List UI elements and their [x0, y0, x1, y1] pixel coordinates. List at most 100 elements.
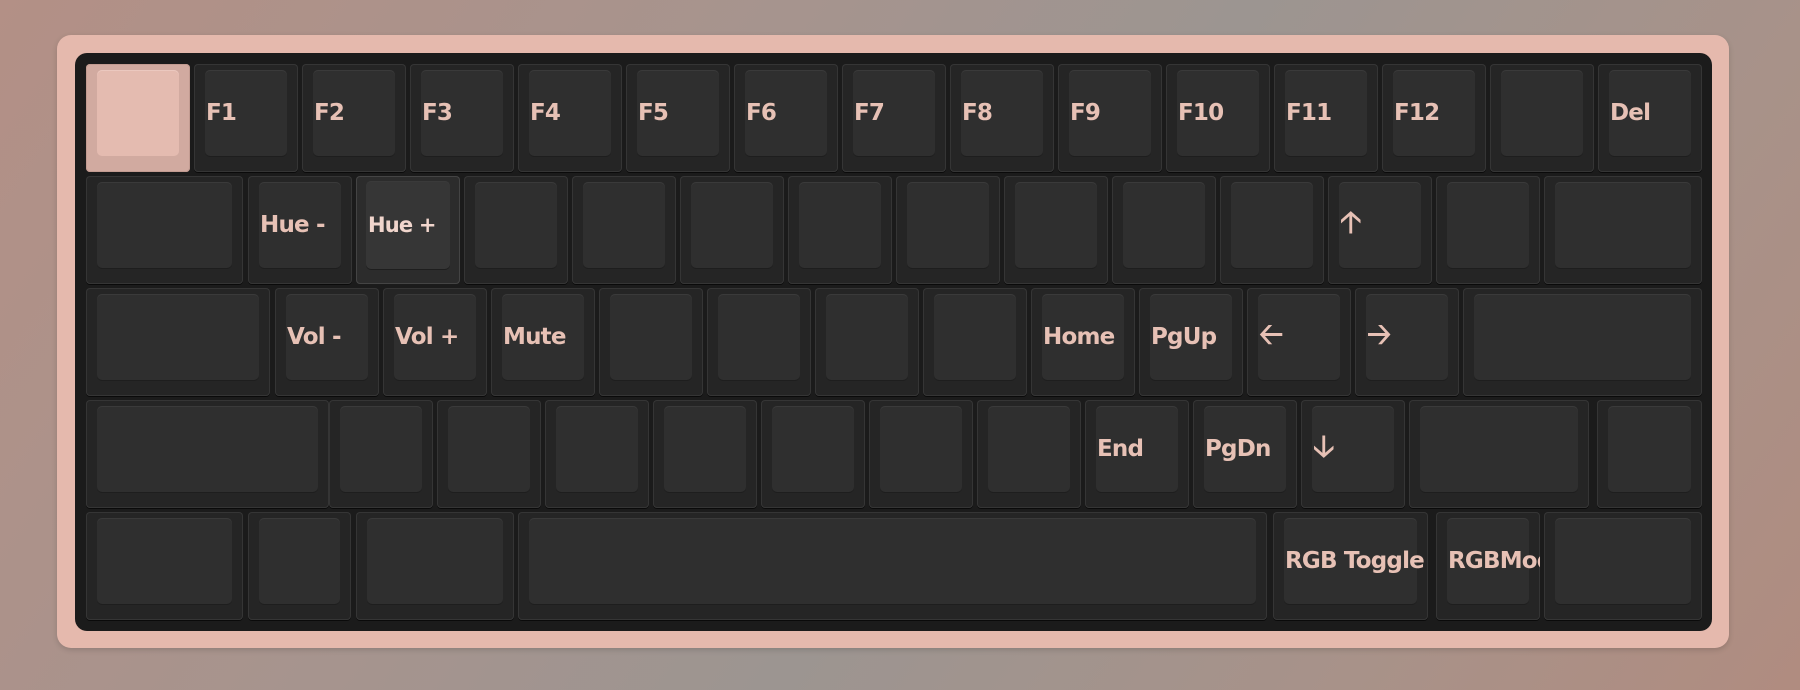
key-r1-c4[interactable] — [572, 176, 676, 284]
key-pgup[interactable]: PgUp — [1139, 288, 1243, 396]
keycap — [907, 182, 989, 268]
key-r0-c0[interactable] — [86, 64, 190, 172]
key-arrow-left[interactable]: 🡠 — [1247, 288, 1351, 396]
key-r1-c7[interactable] — [896, 176, 1000, 284]
key-arrow-right[interactable]: 🡢 — [1355, 288, 1459, 396]
key-end[interactable]: End — [1085, 400, 1189, 508]
key-f3[interactable]: F3 — [410, 64, 514, 172]
key-r2-c0[interactable] — [86, 288, 270, 396]
keycap — [529, 518, 1256, 604]
key-r2-c12[interactable] — [1463, 288, 1702, 396]
keycap — [718, 294, 800, 380]
key-r1-c8[interactable] — [1004, 176, 1108, 284]
key-rgb-mode[interactable]: RGBMode — [1436, 512, 1540, 620]
key-label: Del — [1610, 100, 1651, 126]
keyboard-keys: F1 F2 F3 F4 F5 F6 F7 F8 F9 F10 F11 F12 Del Hue - Hue +… — [0, 0, 1800, 690]
key-r1-c6[interactable] — [788, 176, 892, 284]
keycap — [259, 518, 340, 604]
key-r1-c9[interactable] — [1112, 176, 1216, 284]
key-rgb-toggle[interactable]: RGB Toggle — [1273, 512, 1428, 620]
key-r1-c12[interactable] — [1436, 176, 1540, 284]
key-r1-c13[interactable] — [1544, 176, 1702, 284]
key-home[interactable]: Home — [1031, 288, 1135, 396]
key-f6[interactable]: F6 — [734, 64, 838, 172]
key-f7[interactable]: F7 — [842, 64, 946, 172]
keycap — [367, 518, 503, 604]
keycap — [826, 294, 908, 380]
keycap — [1608, 406, 1691, 492]
key-f2[interactable]: F2 — [302, 64, 406, 172]
keycap — [475, 182, 557, 268]
key-label: RGBMode — [1448, 548, 1540, 574]
key-r3-c12[interactable] — [1597, 400, 1702, 508]
key-f11[interactable]: F11 — [1274, 64, 1378, 172]
key-r3-c7[interactable] — [977, 400, 1081, 508]
key-vol-up[interactable]: Vol + — [383, 288, 487, 396]
key-r2-c6[interactable] — [815, 288, 919, 396]
key-label: F1 — [206, 100, 237, 126]
key-r3-c5[interactable] — [761, 400, 865, 508]
key-hue-up[interactable]: Hue + — [356, 176, 460, 284]
key-r3-c2[interactable] — [437, 400, 541, 508]
key-r3-c11[interactable] — [1409, 400, 1589, 508]
keycap — [448, 406, 530, 492]
key-r3-c3[interactable] — [545, 400, 649, 508]
key-r4-c2[interactable] — [356, 512, 514, 620]
key-del[interactable]: Del — [1598, 64, 1702, 172]
key-label: F3 — [422, 100, 453, 126]
key-r3-c6[interactable] — [869, 400, 973, 508]
key-f1[interactable]: F1 — [194, 64, 298, 172]
key-r2-c5[interactable] — [707, 288, 811, 396]
key-r1-c3[interactable] — [464, 176, 568, 284]
key-r2-c4[interactable] — [599, 288, 703, 396]
key-f5[interactable]: F5 — [626, 64, 730, 172]
key-r3-c1[interactable] — [329, 400, 433, 508]
keycap — [97, 518, 232, 604]
key-r1-c5[interactable] — [680, 176, 784, 284]
key-r1-c10[interactable] — [1220, 176, 1324, 284]
key-mute[interactable]: Mute — [491, 288, 595, 396]
key-label: F5 — [638, 100, 669, 126]
keycap — [97, 406, 318, 492]
key-f12[interactable]: F12 — [1382, 64, 1486, 172]
key-r1-c0[interactable] — [86, 176, 243, 284]
key-label: Vol + — [395, 324, 459, 350]
key-arrow-down[interactable]: 🡣 — [1301, 400, 1405, 508]
key-r3-c4[interactable] — [653, 400, 757, 508]
key-r2-c7[interactable] — [923, 288, 1027, 396]
key-label: Mute — [503, 324, 566, 350]
key-r4-c6[interactable] — [1544, 512, 1702, 620]
keycap — [880, 406, 962, 492]
key-r0-c13[interactable] — [1490, 64, 1594, 172]
arrow-right-icon: 🡢 — [1367, 316, 1392, 352]
key-pgdn[interactable]: PgDn — [1193, 400, 1297, 508]
keycap — [691, 182, 773, 268]
key-label: Vol - — [287, 324, 342, 350]
keycap — [1555, 518, 1691, 604]
keycap — [1123, 182, 1205, 268]
key-vol-down[interactable]: Vol - — [275, 288, 379, 396]
key-hue-down[interactable]: Hue - — [248, 176, 352, 284]
keycap — [1420, 406, 1578, 492]
key-label: Home — [1043, 324, 1115, 350]
keycap — [1015, 182, 1097, 268]
key-r4-c0[interactable] — [86, 512, 243, 620]
key-arrow-up[interactable]: 🡡 — [1328, 176, 1432, 284]
key-f10[interactable]: F10 — [1166, 64, 1270, 172]
keycap — [583, 182, 665, 268]
key-f8[interactable]: F8 — [950, 64, 1054, 172]
keycap — [340, 406, 422, 492]
key-label: F6 — [746, 100, 777, 126]
key-label: PgDn — [1205, 436, 1271, 462]
key-r3-c0[interactable] — [86, 400, 329, 508]
key-f9[interactable]: F9 — [1058, 64, 1162, 172]
key-f4[interactable]: F4 — [518, 64, 622, 172]
key-space[interactable] — [518, 512, 1267, 620]
arrow-up-icon: 🡡 — [1340, 204, 1362, 240]
key-r4-c1[interactable] — [248, 512, 351, 620]
keycap — [1474, 294, 1691, 380]
key-label: F11 — [1286, 100, 1332, 126]
keycap — [1447, 182, 1529, 268]
key-label: F8 — [962, 100, 993, 126]
key-label: PgUp — [1151, 324, 1217, 350]
